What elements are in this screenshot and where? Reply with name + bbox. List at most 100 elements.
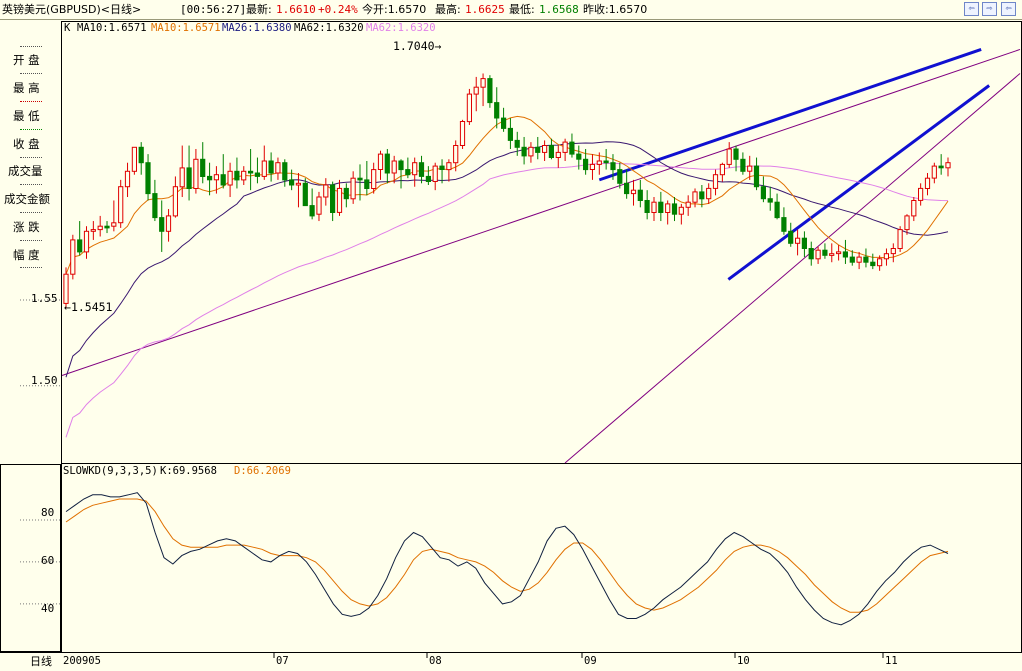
- low-label: 最 低: [13, 109, 40, 123]
- candle-body-up: [665, 203, 671, 213]
- x-label-10: 10: [737, 655, 750, 667]
- candle-body-up: [726, 148, 732, 165]
- candle-body-down: [822, 249, 828, 256]
- stoch-panel-frame: [61, 463, 1022, 653]
- candle-body-down: [548, 145, 554, 158]
- price-tick-150: 1.50: [31, 374, 58, 387]
- ma26-legend: MA26:1.6380: [222, 22, 292, 34]
- candle-body-down: [521, 146, 527, 157]
- candle-body-down: [740, 158, 746, 172]
- low-annotation: ←1.5451: [64, 300, 113, 314]
- candle-body-down: [364, 179, 370, 189]
- high-label: 最 高: [13, 81, 40, 95]
- candle-body-down: [200, 158, 206, 178]
- candle-body-down: [603, 160, 609, 164]
- candle-body-up: [719, 163, 725, 176]
- amount-label: 成交金额: [4, 192, 50, 206]
- high-annotation: 1.7040→: [393, 39, 442, 53]
- candle-body-up: [371, 169, 377, 190]
- candle-body-down: [863, 256, 869, 263]
- range-placeholder-line: [20, 240, 42, 241]
- candle-body-up: [97, 225, 103, 231]
- candle-body-up: [685, 201, 691, 208]
- candle-body-up: [275, 162, 281, 174]
- candle-body-down: [610, 162, 616, 171]
- x-label-11: 11: [885, 655, 898, 667]
- chart-canvas[interactable]: [0, 0, 1022, 671]
- candle-body-down: [405, 169, 411, 176]
- candle-body-up: [795, 237, 801, 244]
- candle-body-up: [829, 253, 835, 256]
- x-label-09: 09: [584, 655, 597, 667]
- price-panel-frame: [61, 21, 1022, 464]
- candle-body-down: [808, 248, 814, 260]
- candle-body-down: [644, 200, 650, 213]
- candle-body-up: [70, 239, 76, 275]
- x-label-200905: 200905: [63, 655, 101, 667]
- candle-body-up: [651, 201, 657, 213]
- candle-body-up: [165, 215, 172, 232]
- candle-body-up: [480, 78, 486, 88]
- candle-body-down: [767, 198, 773, 203]
- candle-body-down: [576, 153, 582, 160]
- candle-body-down: [282, 162, 288, 181]
- candle-body-up: [111, 222, 117, 227]
- candle-body-down: [637, 189, 643, 201]
- candle-body-down: [309, 205, 315, 217]
- candle-body-up: [924, 177, 931, 189]
- amount-placeholder-line: [20, 184, 42, 185]
- candle-body-down: [733, 148, 739, 160]
- candle-body-down: [760, 186, 766, 200]
- candle-body-up: [945, 162, 951, 169]
- candle-body-down: [234, 170, 240, 181]
- change-placeholder-line: [20, 212, 42, 213]
- stoch-side-panel: 80 60 40: [0, 464, 61, 652]
- candle-body-up: [712, 174, 719, 189]
- candle-body-up: [453, 145, 459, 164]
- candle-body-down: [104, 225, 110, 229]
- candle-body-up: [473, 86, 479, 95]
- candle-body-up: [172, 186, 179, 217]
- high-placeholder-line: [20, 73, 42, 74]
- candle-body-up: [336, 187, 343, 213]
- candle-body-down: [384, 153, 390, 174]
- amplitude-placeholder-line: [20, 267, 42, 268]
- candle-body-up: [883, 253, 889, 260]
- candle-body-up: [227, 170, 233, 186]
- candle-body-down: [343, 187, 349, 200]
- candle-body-down: [77, 239, 83, 253]
- candle-body-up: [877, 258, 883, 267]
- period-label: 日线: [30, 655, 52, 668]
- candle-body-up: [528, 146, 534, 157]
- candle-body-up: [630, 189, 637, 195]
- candle-body-up: [931, 165, 937, 179]
- candle-body-down: [289, 179, 295, 186]
- close-placeholder-line: [20, 129, 42, 130]
- candle-body-down: [569, 141, 575, 155]
- change-label: 涨 跌: [13, 220, 40, 234]
- candle-body-down: [774, 201, 780, 219]
- candle-body-down: [801, 237, 807, 249]
- candle-body-up: [446, 162, 452, 171]
- candle-body-down: [425, 175, 431, 182]
- ma62-pink-legend: MA62:1.6320: [366, 22, 436, 34]
- candle-body-down: [357, 177, 363, 181]
- candle-body-up: [261, 160, 267, 177]
- candle-body-up: [432, 165, 438, 183]
- open-label: 开 盘: [13, 53, 40, 67]
- candle-body-down: [699, 191, 705, 200]
- candle-body-up: [412, 162, 418, 176]
- candle-body-up: [90, 229, 96, 232]
- candle-body-down: [753, 165, 760, 188]
- candle-body-up: [596, 160, 602, 165]
- candle-body-up: [391, 160, 397, 174]
- candle-body-up: [459, 121, 466, 146]
- amplitude-label: 幅 度: [13, 248, 40, 262]
- candle-body-up: [555, 151, 561, 158]
- candle-body-down: [849, 256, 855, 263]
- candle-body-up: [815, 249, 821, 260]
- candle-body-down: [220, 174, 226, 186]
- candle-body-down: [842, 251, 848, 258]
- candle-body-down: [152, 193, 158, 219]
- candle-body-down: [494, 102, 500, 119]
